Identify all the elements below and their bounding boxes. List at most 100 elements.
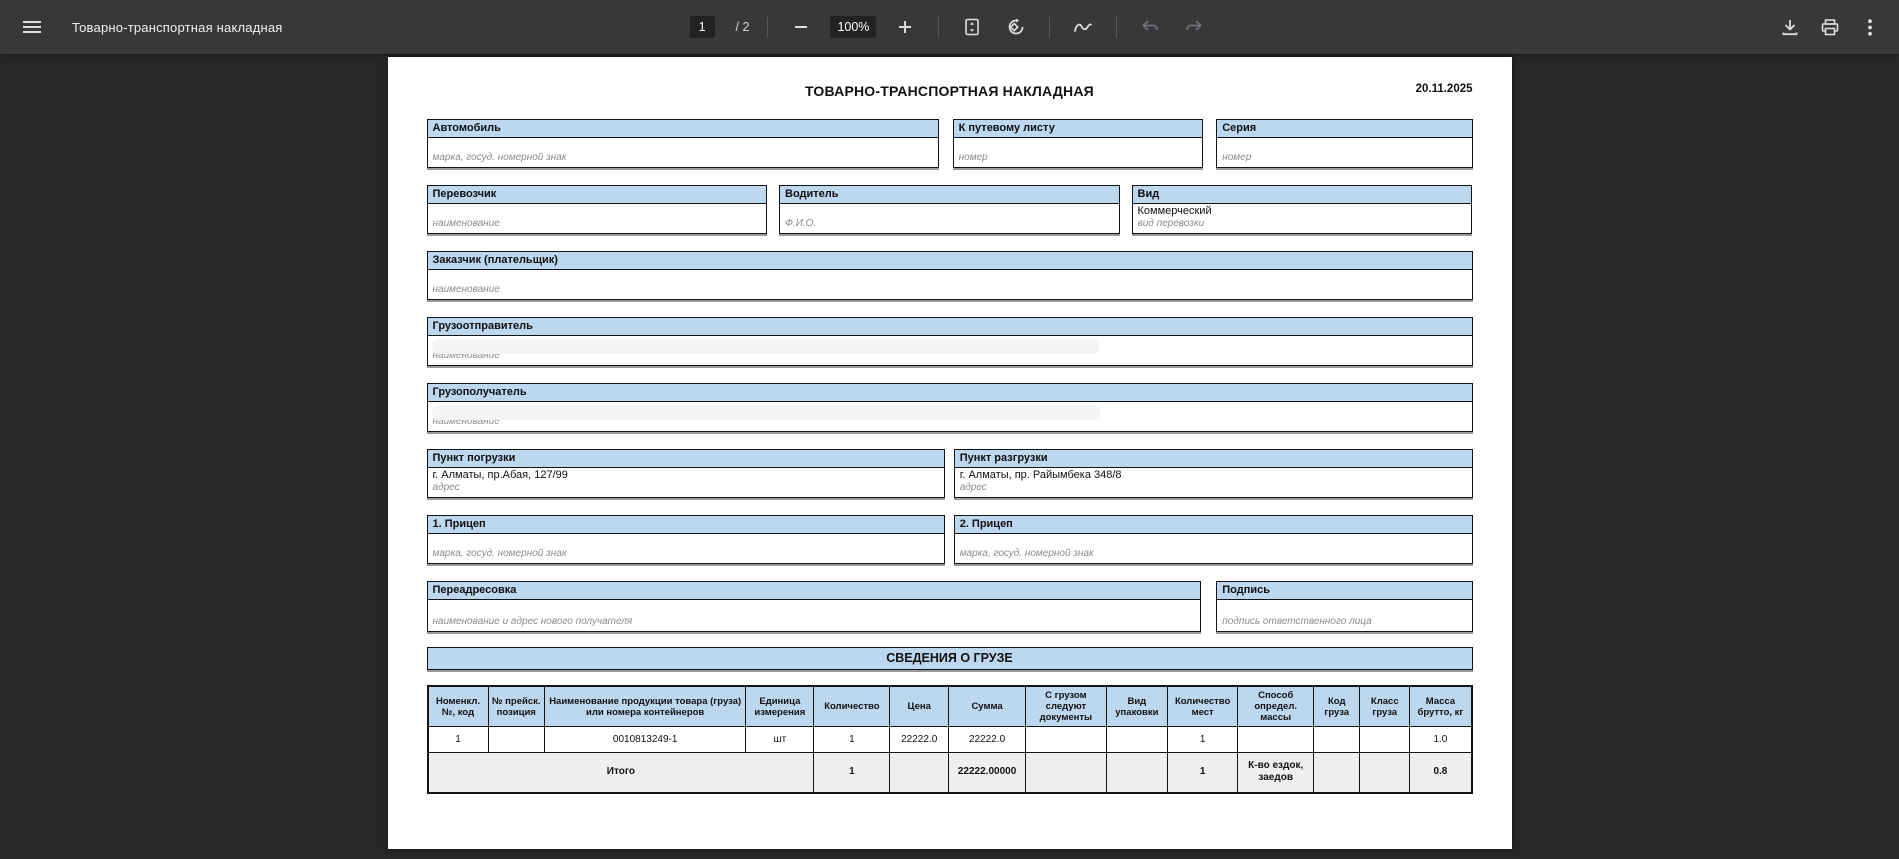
field-zakazchik: Заказчик (плательщик) наименование <box>427 251 1473 300</box>
cargo-table-total-row: Итого 1 22222.00000 1 К-во ездок, заедов… <box>428 753 1472 793</box>
field-label: 2. Прицеп <box>955 516 1472 534</box>
field-placeholder: наименование и адрес нового получателя <box>433 616 1195 627</box>
field-label: Водитель <box>780 186 1119 204</box>
field-placeholder: наименование <box>433 218 762 229</box>
toolbar-separator <box>1116 17 1117 38</box>
total-cell <box>1106 753 1168 793</box>
field-value: г. Алматы, пр. Райымбека 348/8 <box>960 469 1467 482</box>
form-row: Переадресовка наименование и адрес новог… <box>427 581 1473 632</box>
table-cell: 1 <box>428 727 489 753</box>
download-button[interactable] <box>1775 12 1805 42</box>
undo-button[interactable] <box>1135 12 1165 42</box>
total-cell <box>1026 753 1106 793</box>
pdf-viewer-scroll-area[interactable]: ТОВАРНО-ТРАНСПОРТНАЯ НАКЛАДНАЯ 20.11.202… <box>0 54 1899 859</box>
field-label: К путевому листу <box>954 120 1202 138</box>
field-input-voditel[interactable]: Ф.И.О. <box>780 204 1119 233</box>
hamburger-icon <box>23 20 41 34</box>
form-row: Грузополучатель наименование <box>427 383 1473 432</box>
table-cell <box>1026 727 1106 753</box>
field-placeholder: марка, госуд. номерной знак <box>433 548 940 559</box>
total-cell <box>1360 753 1410 793</box>
field-input-seriya[interactable]: номер <box>1217 138 1471 167</box>
column-header: Масса брутто, кг <box>1410 686 1472 727</box>
field-input-gruzootpravitel[interactable]: наименование <box>428 336 1472 365</box>
field-avtomobil: Автомобиль марка, госуд. номерной знак <box>427 119 940 168</box>
column-header: Вид упаковки <box>1106 686 1168 727</box>
field-input-podpis[interactable]: подпись ответственного лица <box>1217 600 1471 631</box>
field-label: Грузоотправитель <box>428 318 1472 336</box>
cargo-section-banner: СВЕДЕНИЯ О ГРУЗЕ <box>427 647 1473 670</box>
field-input-pricep-2[interactable]: марка, госуд. номерной знак <box>955 534 1472 563</box>
form-row: Грузоотправитель наименование <box>427 317 1473 366</box>
field-input-punkt-pogruzki[interactable]: г. Алматы, пр.Абая, 127/99 адрес <box>428 468 945 497</box>
rotate-button[interactable] <box>1001 12 1031 42</box>
field-input-pereadresovka[interactable]: наименование и адрес нового получателя <box>428 600 1200 631</box>
field-label: Перевозчик <box>428 186 767 204</box>
field-pereadresovka: Переадресовка наименование и адрес новог… <box>427 581 1201 632</box>
table-cell <box>488 727 544 753</box>
draw-annotate-button[interactable] <box>1068 12 1098 42</box>
field-label: 1. Прицеп <box>428 516 945 534</box>
fit-to-page-button[interactable] <box>957 12 987 42</box>
page-number-input[interactable] <box>690 16 715 38</box>
total-cell: 0.8 <box>1410 753 1472 793</box>
toolbar-separator <box>1049 17 1050 38</box>
table-cell <box>1238 727 1314 753</box>
field-input-pricep-1[interactable]: марка, госуд. номерной знак <box>428 534 945 563</box>
field-placeholder: номер <box>959 152 1197 163</box>
cargo-table: Номенкл. №, код № прейск. позиция Наимен… <box>427 685 1473 794</box>
field-gruzootpravitel: Грузоотправитель наименование <box>427 317 1473 366</box>
field-label: Пункт разгрузки <box>955 450 1472 468</box>
field-voditel: Водитель Ф.И.О. <box>779 185 1120 234</box>
form-row: Автомобиль марка, госуд. номерной знак К… <box>427 119 1473 168</box>
field-value: Коммерческий <box>1138 205 1467 218</box>
field-punkt-razgruzki: Пункт разгрузки г. Алматы, пр. Райымбека… <box>954 449 1473 498</box>
table-cell: 22222.0 <box>948 727 1025 753</box>
total-label: Итого <box>428 753 814 793</box>
field-label: Пункт погрузки <box>428 450 945 468</box>
field-label: Подпись <box>1217 582 1471 600</box>
undo-icon <box>1141 20 1159 34</box>
form-row: Пункт погрузки г. Алматы, пр.Абая, 127/9… <box>427 449 1473 498</box>
toolbar-separator <box>938 17 939 38</box>
redo-button[interactable] <box>1179 12 1209 42</box>
fit-page-icon <box>964 18 980 36</box>
field-input-gruzopoluchatel[interactable]: наименование <box>428 402 1472 431</box>
column-header: Класс груза <box>1360 686 1410 727</box>
field-label: Вид <box>1133 186 1472 204</box>
cargo-table-header-row: Номенкл. №, код № прейск. позиция Наимен… <box>428 686 1472 727</box>
pdf-page: ТОВАРНО-ТРАНСПОРТНАЯ НАКЛАДНАЯ 20.11.202… <box>388 57 1512 849</box>
column-header: С грузом следуют документы <box>1026 686 1106 727</box>
zoom-in-button[interactable] <box>890 12 920 42</box>
form-row: 1. Прицеп марка, госуд. номерной знак 2.… <box>427 515 1473 564</box>
column-header: Номенкл. №, код <box>428 686 489 727</box>
column-header: Количество мест <box>1168 686 1238 727</box>
field-placeholder: номер <box>1222 152 1466 163</box>
field-input-punkt-razgruzki[interactable]: г. Алматы, пр. Райымбека 348/8 адрес <box>955 468 1472 497</box>
print-button[interactable] <box>1815 12 1845 42</box>
table-cell: 1.0 <box>1410 727 1472 753</box>
table-cell <box>1360 727 1410 753</box>
field-input-avtomobil[interactable]: марка, госуд. номерной знак <box>428 138 939 167</box>
table-cell: 1 <box>1168 727 1238 753</box>
field-input-zakazchik[interactable]: наименование <box>428 270 1472 299</box>
zoom-level-field[interactable]: 100% <box>830 16 876 38</box>
field-label: Заказчик (плательщик) <box>428 252 1472 270</box>
more-options-button[interactable] <box>1855 12 1885 42</box>
field-input-putevoy-list[interactable]: номер <box>954 138 1202 167</box>
menu-button[interactable] <box>17 12 47 42</box>
field-placeholder: марка, госуд. номерной знак <box>433 152 934 163</box>
total-cell: 22222.00000 <box>948 753 1025 793</box>
total-cell: 1 <box>814 753 890 793</box>
rotate-icon <box>1007 18 1025 36</box>
document-title-toolbar: Товарно-транспортная накладная <box>72 20 283 35</box>
pdf-toolbar: Товарно-транспортная накладная / 2 100% <box>0 0 1899 54</box>
zoom-out-button[interactable] <box>786 12 816 42</box>
field-input-vid[interactable]: Коммерческий вид перевозки <box>1133 204 1472 233</box>
column-header: Способ определ. массы <box>1238 686 1314 727</box>
field-placeholder: подпись ответственного лица <box>1222 616 1466 627</box>
field-placeholder: адрес <box>433 482 940 493</box>
field-input-perevozchik[interactable]: наименование <box>428 204 767 233</box>
column-header: Единица измерения <box>746 686 814 727</box>
cargo-table-row: 1 0010813249-1 шт 1 22222.0 22222.0 1 1.… <box>428 727 1472 753</box>
